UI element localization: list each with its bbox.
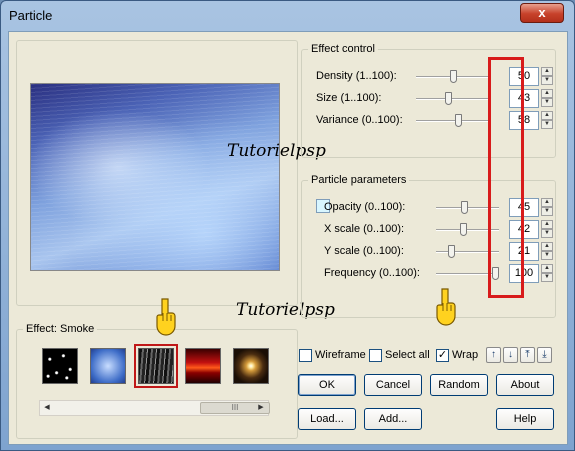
effect-control-spinner[interactable]: ▲ ▼ [541,89,553,108]
move-bottom-icon[interactable]: ⤓ [537,347,552,363]
particle-param-slider-thumb[interactable] [459,223,467,236]
ok-button[interactable]: OK [298,374,356,396]
select-all-checkbox[interactable] [369,349,382,362]
particle-param-slider-thumb[interactable] [447,245,455,258]
spin-up-icon[interactable]: ▲ [541,89,553,98]
effect-control-spinner[interactable]: ▲ ▼ [541,111,553,130]
wrap-label: Wrap [452,349,479,361]
move-down-icon[interactable]: ↓ [503,347,518,363]
spin-up-icon[interactable]: ▲ [541,198,553,207]
effect-control-title: Effect control [308,43,378,55]
effect-control-slider-thumb[interactable] [450,70,457,83]
random-button[interactable]: Random [430,374,488,396]
clouds-thumb[interactable] [90,348,126,384]
spin-up-icon[interactable]: ▲ [541,111,553,120]
effect-control-label: Density (1..100): [316,70,397,82]
window-title: Particle [9,8,53,23]
preview-image [30,83,280,271]
particle-param-row: Frequency (0..100): 100 ▲ ▼ [324,264,564,284]
stars-thumb[interactable] [42,348,78,384]
particle-param-label: Frequency (0..100): [324,267,420,279]
particle-param-row: Opacity (0..100): 45 ▲ ▼ [324,198,564,218]
select-all-label: Select all [385,349,430,361]
particle-param-label: Y scale (0..100): [324,245,404,257]
particle-param-label: X scale (0..100): [324,223,405,235]
wrap-checkbox[interactable]: ✓ [436,349,449,362]
effect-scrollbar[interactable]: ◀ III ▶ [39,400,270,416]
effect-control-slider-track[interactable] [416,120,491,122]
effect-control-slider-track[interactable] [416,98,491,100]
pointing-hand-icon [156,298,176,336]
particle-param-label: Opacity (0..100): [324,201,406,213]
spin-up-icon[interactable]: ▲ [541,264,553,273]
about-button[interactable]: About [496,374,554,396]
close-button[interactable]: x [520,3,564,23]
spin-down-icon[interactable]: ▼ [541,251,553,260]
spin-down-icon[interactable]: ▼ [541,98,553,107]
effect-control-label: Size (1..100): [316,92,382,104]
spin-up-icon[interactable]: ▲ [541,220,553,229]
wireframe-checkbox[interactable] [299,349,312,362]
load-button[interactable]: Load... [298,408,356,430]
move-up-icon[interactable]: ↑ [486,347,501,363]
spin-down-icon[interactable]: ▼ [541,120,553,129]
particle-param-row: Y scale (0..100): 21 ▲ ▼ [324,242,564,262]
preview-group: Tutorielpsp [16,40,326,306]
particle-param-spinner[interactable]: ▲ ▼ [541,220,553,239]
cancel-button[interactable]: Cancel [364,374,422,396]
effect-control-slider-thumb[interactable] [455,114,463,127]
sparkle-thumb[interactable] [233,348,269,384]
effect-control-label: Variance (0..100): [316,114,403,126]
particle-param-slider-thumb[interactable] [461,201,469,214]
particle-param-row: X scale (0..100): 42 ▲ ▼ [324,220,564,240]
spin-up-icon[interactable]: ▲ [541,67,553,76]
spin-down-icon[interactable]: ▼ [541,273,553,282]
particle-parameters-title: Particle parameters [308,174,410,186]
spin-down-icon[interactable]: ▼ [541,207,553,216]
add-button[interactable]: Add... [364,408,422,430]
particle-param-spinner[interactable]: ▲ ▼ [541,198,553,217]
pointing-hand-icon-2 [436,288,456,326]
scroll-right-icon[interactable]: ▶ [254,401,268,415]
particle-dialog: Particle x Tutorielpsp Tutorielpsp Effec… [0,0,575,451]
fire-thumb[interactable] [185,348,221,384]
spin-down-icon[interactable]: ▼ [541,76,553,85]
particle-param-spinner[interactable]: ▲ ▼ [541,264,553,283]
smoke-thumb-frame[interactable] [134,344,178,388]
particle-param-spinner[interactable]: ▲ ▼ [541,242,553,261]
wireframe-label: Wireframe [315,349,366,361]
spin-down-icon[interactable]: ▼ [541,229,553,238]
smoke-thumb[interactable] [138,348,174,384]
move-top-icon[interactable]: ⤒ [520,347,535,363]
effect-control-slider-thumb[interactable] [445,92,453,105]
effect-title: Effect: Smoke [23,323,98,335]
effect-control-spinner[interactable]: ▲ ▼ [541,67,553,86]
scroll-left-icon[interactable]: ◀ [40,401,54,415]
help-button[interactable]: Help [496,408,554,430]
value-column-highlight [488,57,524,298]
spin-up-icon[interactable]: ▲ [541,242,553,251]
dialog-client-area: Tutorielpsp Tutorielpsp Effect control D… [8,31,568,445]
title-bar: Particle x [1,1,574,31]
